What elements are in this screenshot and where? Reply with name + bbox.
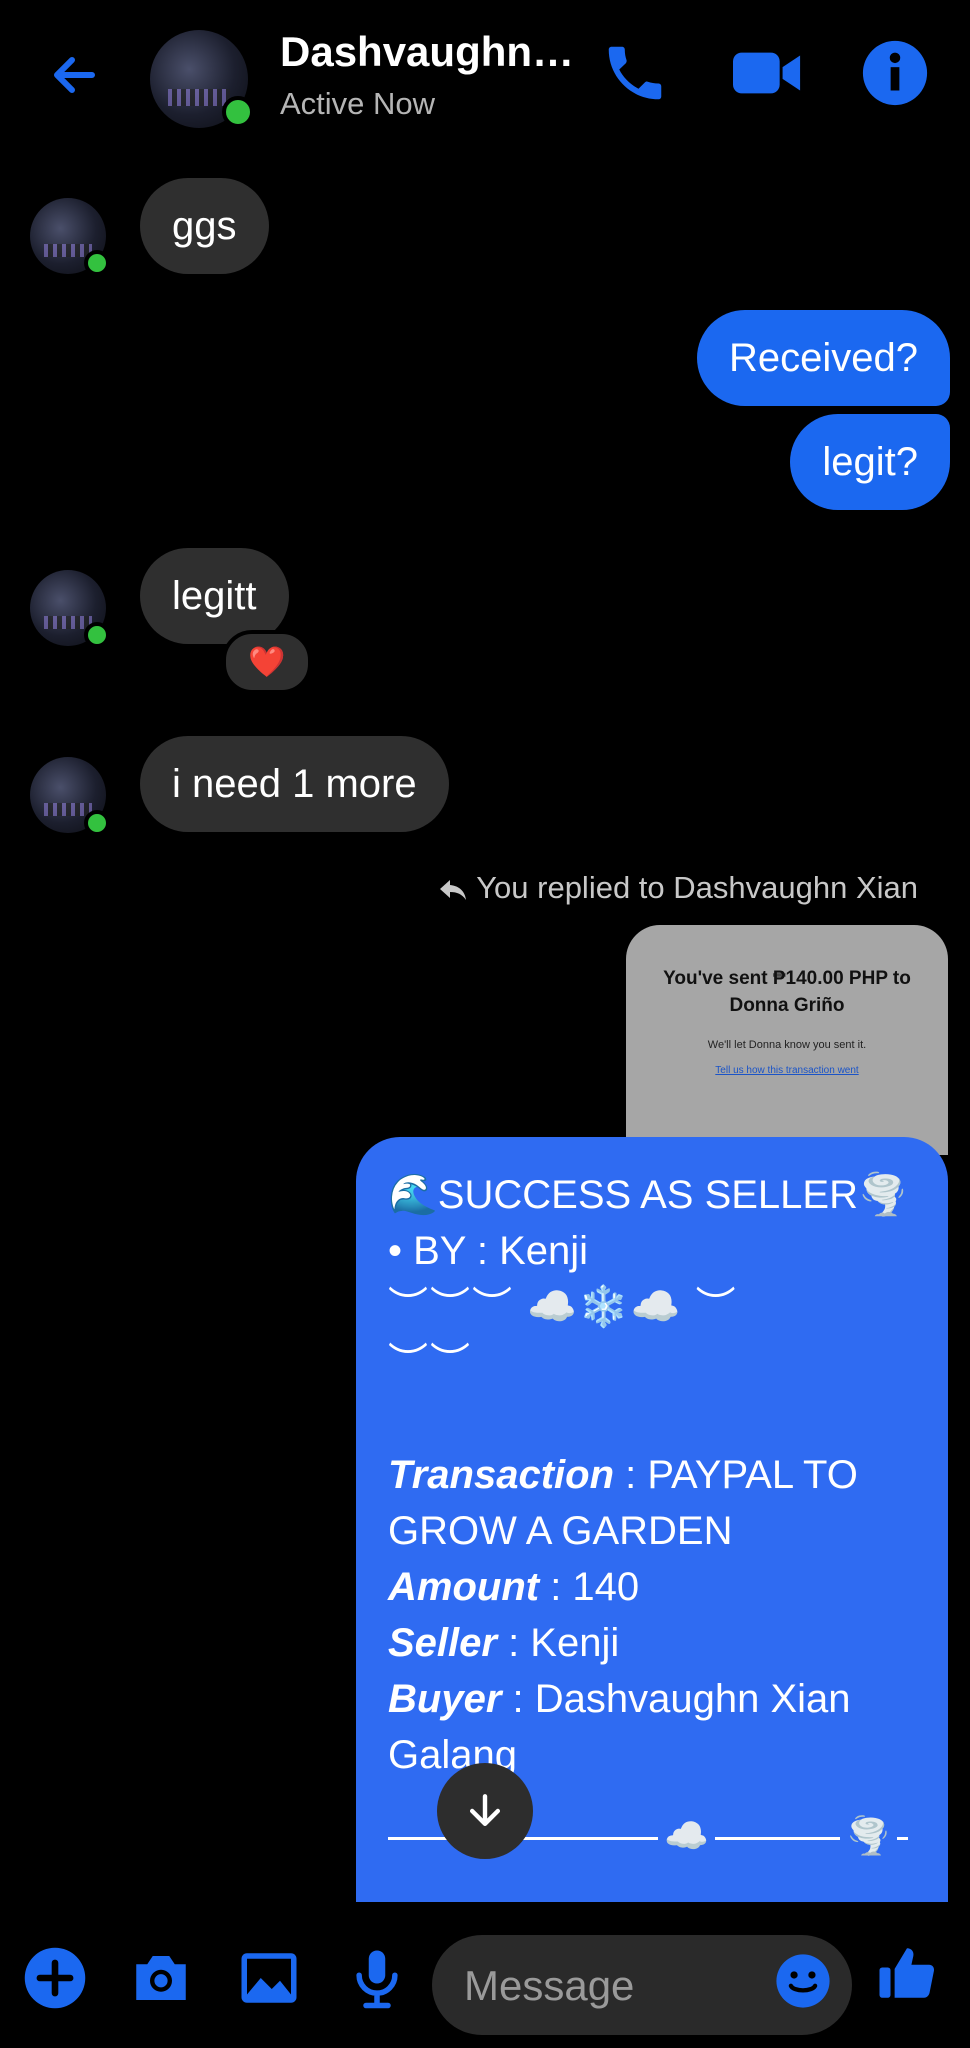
decor-line: ︶︶︶ ☁️❄️☁️ ︶ bbox=[388, 1285, 738, 1329]
incoming-message[interactable]: i need 1 more bbox=[140, 736, 449, 832]
phone-icon[interactable] bbox=[600, 38, 670, 108]
amount-value: : 140 bbox=[539, 1565, 640, 1609]
arrow-down-icon bbox=[469, 1794, 501, 1827]
contact-status: Active Now bbox=[280, 86, 436, 121]
reply-arrow-icon bbox=[440, 879, 467, 900]
quoted-screenshot[interactable]: You've sent ₱140.00 PHP to Donna Griño W… bbox=[626, 925, 948, 1155]
decor-line: ︶︶ bbox=[388, 1341, 472, 1385]
transaction-label: Transaction bbox=[388, 1453, 614, 1497]
outgoing-message[interactable]: Received? bbox=[696, 310, 950, 406]
outgoing-message[interactable]: legit? bbox=[790, 414, 950, 510]
active-status-dot bbox=[84, 622, 110, 648]
camera-icon[interactable] bbox=[128, 1945, 194, 2011]
seller-row: Seller : Kenji bbox=[388, 1615, 916, 1671]
plus-icon[interactable] bbox=[22, 1945, 88, 2011]
quoted-title: You've sent ₱140.00 PHP to Donna Griño bbox=[663, 968, 911, 1016]
reply-note-text: You replied to Dashvaughn Xian bbox=[476, 870, 918, 905]
incoming-message[interactable]: ggs bbox=[140, 178, 269, 274]
buyer-label: Buyer bbox=[388, 1677, 502, 1721]
by-line: • BY : Kenji bbox=[388, 1229, 589, 1273]
video-camera-icon[interactable] bbox=[730, 38, 801, 108]
emoji-icon[interactable] bbox=[774, 1952, 832, 2010]
contact-name[interactable]: Dashvaughn… bbox=[280, 28, 574, 76]
quoted-link: Tell us how this transaction went bbox=[715, 1065, 859, 1076]
amount-row: Amount : 140 bbox=[388, 1559, 916, 1615]
scroll-down-button[interactable] bbox=[437, 1763, 533, 1859]
info-icon[interactable] bbox=[860, 38, 930, 108]
tornado-icon: 🌪️ bbox=[840, 1815, 897, 1857]
seller-headline: 🌊SUCCESS AS SELLER🌪️ bbox=[388, 1173, 908, 1217]
back-arrow-icon[interactable] bbox=[40, 40, 110, 110]
quoted-subtitle: We'll let Donna know you sent it. bbox=[707, 1039, 867, 1051]
active-status-dot bbox=[84, 250, 110, 276]
microphone-icon[interactable] bbox=[344, 1945, 410, 2011]
message-placeholder: Message bbox=[464, 1962, 635, 2009]
transaction-row: Transaction : PAYPAL TO GROW A GARDEN bbox=[388, 1447, 916, 1559]
seller-value: : Kenji bbox=[496, 1621, 620, 1665]
thumbs-up-icon[interactable] bbox=[874, 1940, 940, 2006]
heart-reaction-icon[interactable]: ❤️ bbox=[222, 630, 312, 694]
cloud-icon: ☁️ bbox=[658, 1815, 715, 1857]
amount-label: Amount bbox=[388, 1565, 540, 1609]
seller-label: Seller bbox=[388, 1621, 497, 1665]
active-status-dot bbox=[84, 810, 110, 836]
reply-indicator: You replied to Dashvaughn Xian bbox=[438, 870, 918, 906]
active-status-dot bbox=[222, 96, 254, 128]
image-icon[interactable] bbox=[236, 1945, 302, 2011]
